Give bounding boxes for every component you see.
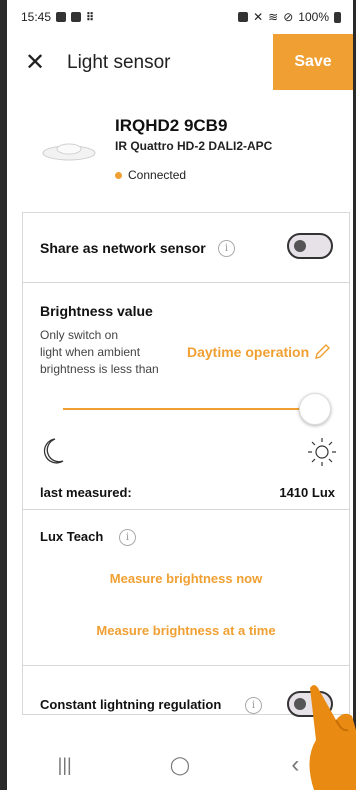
sensor-device-image: [42, 143, 96, 161]
page-title: Light sensor: [67, 52, 171, 73]
info-icon[interactable]: i: [245, 697, 262, 714]
pencil-icon[interactable]: [313, 343, 331, 361]
moon-icon: [43, 438, 64, 464]
gallery-icon: [56, 12, 67, 22]
notification-icon: [71, 12, 82, 22]
sun-icon: [308, 438, 336, 466]
app-header: ✕ Light sensor Save: [7, 34, 353, 102]
share-toggle[interactable]: [287, 233, 333, 259]
brightness-description: Only switch on light when ambient bright…: [40, 328, 159, 376]
info-icon[interactable]: i: [119, 529, 136, 546]
status-bar: 15:45 ⠿ ✕ ≋ ⊘ 100%: [7, 0, 353, 34]
measure-at-time-button[interactable]: Measure brightness at a time: [23, 623, 349, 638]
daytime-operation-link[interactable]: Daytime operation: [187, 344, 309, 360]
brightness-section: Brightness value Only switch on light wh…: [22, 282, 350, 509]
connection-status: Connected: [115, 168, 186, 182]
last-measured-label: last measured:: [40, 485, 132, 500]
grid-dots-icon: ⠿: [86, 11, 95, 24]
toggle-knob: [294, 240, 306, 252]
constant-regulation-label: Constant lightning regulation: [40, 697, 222, 712]
status-text: Connected: [128, 168, 187, 182]
share-network-sensor-row: Share as network sensor i: [22, 212, 350, 282]
close-icon[interactable]: ✕: [25, 48, 55, 78]
save-button[interactable]: Save: [273, 34, 353, 90]
lock-icon: [238, 12, 249, 22]
battery-level: 100%: [298, 10, 329, 24]
device-info: IRQHD2 9CB9 IR Quattro HD-2 DALI2-APC Co…: [7, 102, 353, 202]
share-label: Share as network sensor: [40, 240, 206, 256]
lux-teach-title: Lux Teach: [40, 529, 104, 544]
info-icon[interactable]: i: [218, 240, 235, 257]
battery-icon: [334, 11, 341, 23]
do-not-disturb-icon: ⊘: [283, 10, 294, 24]
measure-now-button[interactable]: Measure brightness now: [23, 571, 349, 586]
last-measured-value: 1410 Lux: [279, 485, 335, 500]
brightness-title: Brightness value: [40, 303, 153, 319]
status-dot-icon: [115, 171, 122, 179]
mute-icon: ✕: [253, 10, 264, 24]
brightness-slider-track[interactable]: [63, 408, 309, 410]
home-button[interactable]: ◯: [150, 755, 210, 776]
brightness-slider-thumb[interactable]: [299, 393, 331, 425]
device-name: IRQHD2 9CB9: [115, 116, 228, 135]
clock: 15:45: [21, 10, 52, 24]
wifi-icon: ≋: [268, 10, 279, 24]
lux-teach-section: Lux Teach i Measure brightness now Measu…: [22, 509, 350, 665]
recents-button[interactable]: |||: [35, 755, 95, 776]
device-model: IR Quattro HD-2 DALI2-APC: [115, 139, 273, 153]
pointer-hand-icon: [309, 685, 356, 790]
